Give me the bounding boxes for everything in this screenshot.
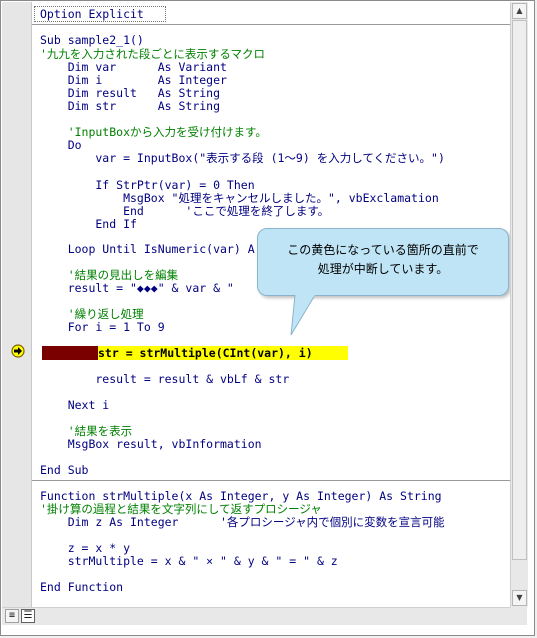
callout-pointer <box>290 295 316 336</box>
code-line[interactable]: Do <box>40 138 82 152</box>
code-line[interactable]: Loop Until IsNumeric(var) A <box>40 242 255 256</box>
procedure-separator <box>32 480 510 481</box>
code-line[interactable]: Option Explicit <box>40 7 144 21</box>
comment-line[interactable]: '掛け算の過程と結果を文字列にして返すプロシージャ <box>40 502 322 516</box>
code-line[interactable]: strMultiple = x & " × " & y & " = " & z <box>40 554 338 568</box>
code-line[interactable]: Dim var As Variant <box>40 60 227 74</box>
vertical-scrollbar[interactable]: ▲ ▼ <box>510 2 528 607</box>
explanation-callout: この黄色になっている箇所の直前で 処理が中断しています。 <box>257 228 509 296</box>
code-line[interactable]: Function strMultiple(x As Integer, y As … <box>40 489 442 503</box>
callout-text-line2: 処理が中断しています。 <box>317 262 449 276</box>
code-line[interactable]: MsgBox "処理をキャンセルしました。", vbExclamation <box>40 191 439 205</box>
current-execution-line[interactable]: str = strMultiple(CInt(var), i) <box>98 346 313 360</box>
code-line[interactable]: Dim str As String <box>40 99 220 113</box>
comment-line[interactable]: '結果を表示 <box>40 424 132 438</box>
procedure-separator <box>32 24 510 25</box>
comment-line[interactable]: '九九を入力された段ごとに表示するマクロ <box>40 47 265 61</box>
execution-pointer-icon <box>11 344 25 358</box>
comment-line[interactable]: '繰り返し処理 <box>40 307 144 321</box>
code-line[interactable]: Dim result As String <box>40 86 220 100</box>
code-line-with-comment[interactable]: End 'ここで処理を終了します。 <box>40 204 329 218</box>
procedure-view-icon[interactable]: ≡ <box>5 609 19 623</box>
code-line[interactable]: If StrPtr(var) = 0 Then <box>40 178 254 192</box>
resize-grip[interactable] <box>510 607 527 624</box>
comment-line[interactable]: '結果の見出しを編集 <box>40 268 178 282</box>
code-line[interactable]: MsgBox result, vbInformation <box>40 437 262 451</box>
code-line[interactable]: Dim i As Integer <box>40 73 227 87</box>
code-line[interactable]: For i = 1 To 9 <box>40 320 165 334</box>
code-line[interactable]: End Sub <box>40 463 88 477</box>
code-line-with-comment[interactable]: Dim z As Integer '各プロシージャ内で個別に変数を宣言可能 <box>40 515 445 529</box>
code-line[interactable]: var = InputBox("表示する段 (1～9) を入力してください。") <box>40 151 445 165</box>
code-editor[interactable]: Option Explicit Sub sample2_1() '九九を入力され… <box>32 2 510 607</box>
code-line[interactable]: result = result & vbLf & str <box>40 372 289 386</box>
code-line[interactable]: Next i <box>40 398 110 412</box>
scroll-up-icon[interactable]: ▲ <box>512 3 527 19</box>
breakpoint-marker[interactable] <box>42 346 98 360</box>
horizontal-scrollbar-area: ≡ ☰ <box>2 607 527 625</box>
code-window: Option Explicit Sub sample2_1() '九九を入力され… <box>0 0 535 636</box>
callout-text-line1: この黄色になっている箇所の直前で <box>287 243 479 257</box>
comment-line[interactable]: 'InputBoxから入力を受け付けます。 <box>40 125 267 139</box>
code-line[interactable]: z = x * y <box>40 541 130 555</box>
scroll-down-icon[interactable]: ▼ <box>512 590 527 606</box>
code-line[interactable]: result = "◆◆◆" & var & " <box>40 281 234 295</box>
full-module-view-icon[interactable]: ☰ <box>21 609 35 623</box>
margin-indicator-bar[interactable] <box>2 2 32 607</box>
code-line[interactable]: Sub sample2_1() <box>40 33 144 47</box>
code-line[interactable]: End If <box>40 217 137 231</box>
scroll-thumb[interactable] <box>512 20 527 560</box>
code-line[interactable]: End Function <box>40 580 123 594</box>
